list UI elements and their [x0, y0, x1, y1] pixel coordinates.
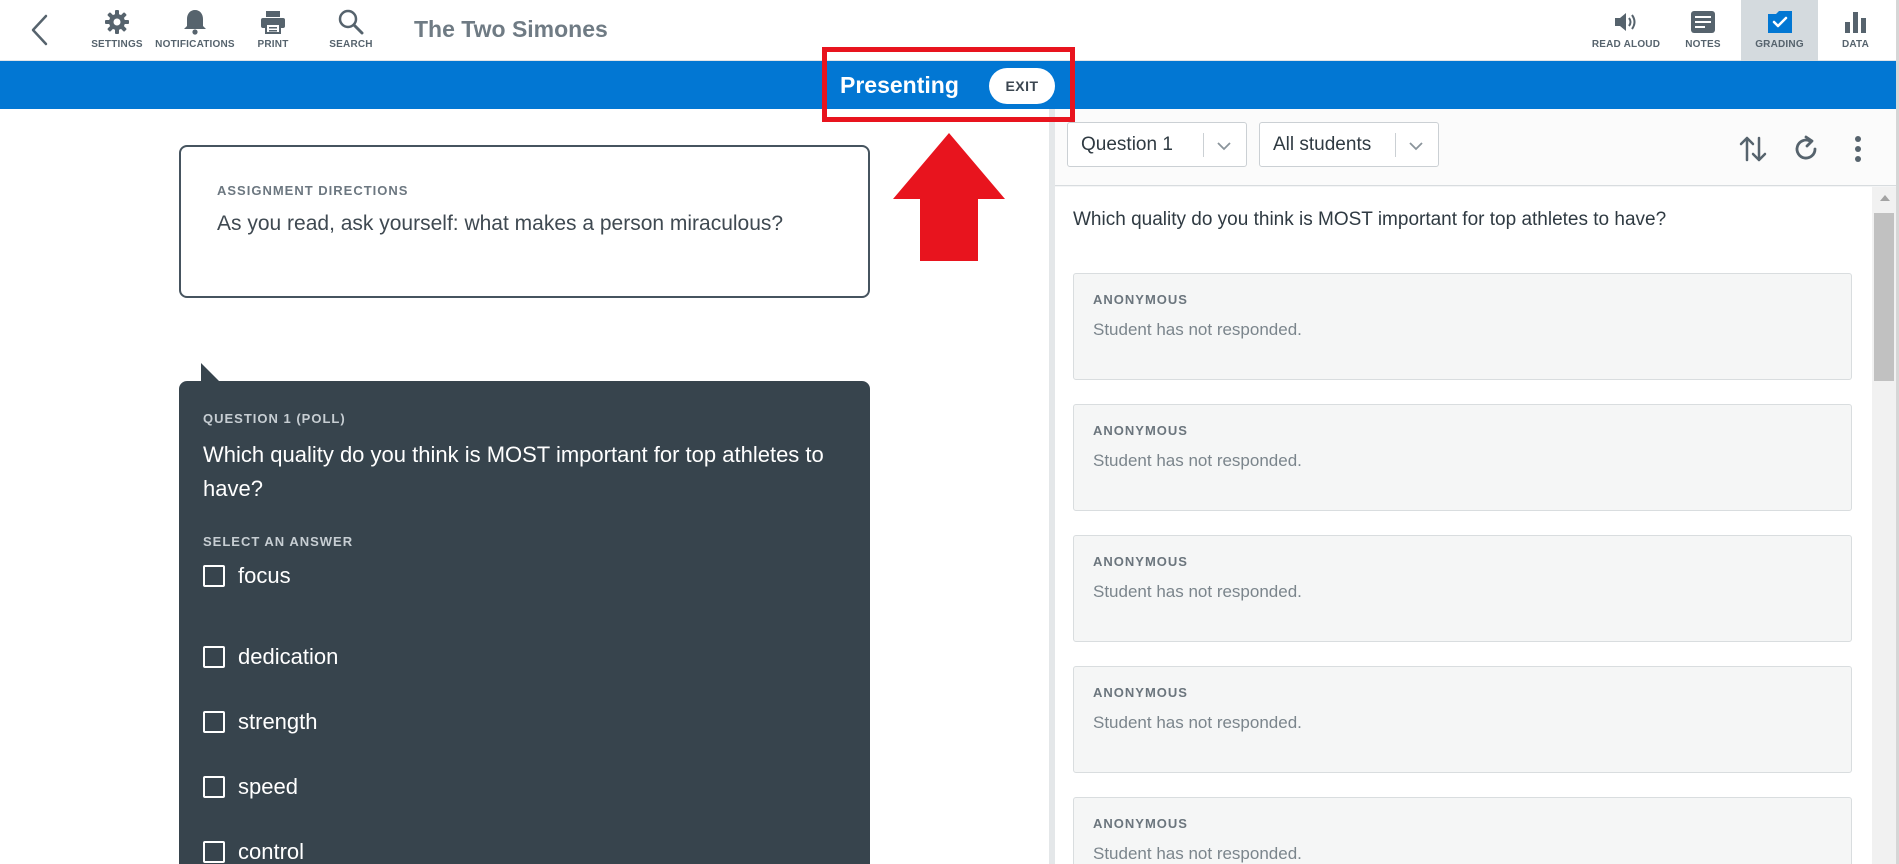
- more-options-button[interactable]: [1838, 129, 1878, 169]
- answer-label: control: [238, 838, 305, 864]
- chevron-down-icon: [1409, 142, 1423, 151]
- question-select[interactable]: Question 1: [1067, 122, 1247, 167]
- select-answer-caption: SELECT AN ANSWER: [203, 534, 354, 549]
- card-notch: [201, 363, 219, 381]
- notes-icon: [1689, 8, 1717, 36]
- speaker-icon: [1612, 8, 1640, 36]
- checkbox[interactable]: [203, 840, 225, 863]
- response-card[interactable]: ANONYMOUS Student has not responded.: [1073, 535, 1852, 642]
- response-status: Student has not responded.: [1093, 713, 1302, 732]
- student-name: ANONYMOUS: [1093, 816, 1188, 831]
- response-card[interactable]: ANONYMOUS Student has not responded.: [1073, 666, 1852, 773]
- bell-icon: [181, 8, 209, 36]
- more-vertical-icon: [1855, 136, 1861, 162]
- directions-caption: ASSIGNMENT DIRECTIONS: [217, 183, 409, 198]
- question-text: Which quality do you think is MOST impor…: [203, 442, 824, 501]
- student-name: ANONYMOUS: [1093, 292, 1188, 307]
- answer-option-focus[interactable]: focus: [203, 559, 846, 593]
- answer-option-dedication[interactable]: dedication: [203, 624, 846, 689]
- notes-label: NOTES: [1685, 39, 1721, 50]
- answer-list: focus dedication strength speed control: [203, 559, 846, 864]
- grading-label: GRADING: [1755, 39, 1804, 50]
- response-card[interactable]: ANONYMOUS Student has not responded.: [1073, 797, 1852, 864]
- notifications-label: NOTIFICATIONS: [155, 39, 235, 50]
- gear-icon: [103, 8, 131, 36]
- read-aloud-button[interactable]: READ ALOUD: [1585, 8, 1667, 54]
- settings-label: SETTINGS: [91, 39, 143, 50]
- printer-icon: [259, 8, 287, 36]
- search-icon: [337, 8, 365, 36]
- print-label: PRINT: [257, 39, 289, 50]
- response-status: Student has not responded.: [1093, 582, 1302, 601]
- sort-icon: [1739, 136, 1767, 162]
- read-aloud-label: READ ALOUD: [1591, 39, 1661, 50]
- select-divider: [1203, 133, 1204, 157]
- checkbox[interactable]: [203, 565, 225, 587]
- search-label: SEARCH: [329, 39, 373, 50]
- up-arrow-annotation-icon: [893, 133, 1005, 261]
- grading-icon: [1766, 8, 1794, 36]
- answer-option-strength[interactable]: strength: [203, 689, 846, 754]
- scroll-up-arrow[interactable]: [1880, 195, 1890, 201]
- question-caption: QUESTION 1 (POLL): [203, 411, 346, 426]
- assignment-directions-card: ASSIGNMENT DIRECTIONS As you read, ask y…: [179, 145, 870, 298]
- refresh-icon: [1795, 135, 1817, 160]
- student-name: ANONYMOUS: [1093, 554, 1188, 569]
- document-title: The Two Simones: [414, 16, 608, 42]
- student-select-value: All students: [1273, 133, 1372, 155]
- answer-option-control[interactable]: control: [203, 819, 846, 864]
- search-button[interactable]: SEARCH: [310, 8, 392, 54]
- response-status: Student has not responded.: [1093, 320, 1302, 339]
- grading-filter-bar: Question 1 All students: [1055, 109, 1896, 186]
- answer-label: strength: [238, 708, 318, 734]
- chevron-down-icon: [1217, 142, 1231, 151]
- back-button[interactable]: [22, 12, 58, 48]
- directions-text: As you read, ask yourself: what makes a …: [217, 212, 784, 235]
- question-card: QUESTION 1 (POLL) Which quality do you t…: [179, 363, 870, 864]
- checkbox[interactable]: [203, 775, 225, 798]
- highlight-annotation-box: [822, 47, 1075, 122]
- student-name: ANONYMOUS: [1093, 685, 1188, 700]
- answer-label: dedication: [238, 643, 339, 669]
- app-root: SETTINGS NOTIFICATIONS PRINT SEARCH The …: [0, 0, 1899, 864]
- refresh-button[interactable]: [1786, 129, 1826, 169]
- sort-button[interactable]: [1733, 129, 1773, 169]
- grading-panel: Question 1 All students Which quality do…: [1055, 109, 1899, 864]
- print-button[interactable]: PRINT: [232, 8, 314, 54]
- answer-label: focus: [238, 563, 291, 588]
- scrollbar-thumb[interactable]: [1874, 213, 1894, 381]
- settings-button[interactable]: SETTINGS: [76, 8, 158, 54]
- bar-chart-icon: [1842, 8, 1870, 36]
- response-card[interactable]: ANONYMOUS Student has not responded.: [1073, 404, 1852, 511]
- student-name: ANONYMOUS: [1093, 423, 1188, 438]
- checkbox[interactable]: [203, 645, 225, 668]
- response-question-text: Which quality do you think is MOST impor…: [1073, 209, 1667, 230]
- response-card[interactable]: ANONYMOUS Student has not responded.: [1073, 273, 1852, 380]
- notes-button[interactable]: NOTES: [1662, 8, 1744, 54]
- data-button[interactable]: DATA: [1818, 8, 1893, 54]
- grading-button[interactable]: GRADING: [1741, 0, 1818, 61]
- chevron-left-icon: [31, 14, 48, 46]
- response-scrollbar[interactable]: [1872, 187, 1896, 864]
- select-divider: [1395, 133, 1396, 157]
- response-list: Which quality do you think is MOST impor…: [1055, 187, 1872, 864]
- checkbox[interactable]: [203, 710, 225, 733]
- answer-label: speed: [238, 773, 298, 799]
- student-select[interactable]: All students: [1259, 122, 1439, 167]
- answer-option-speed[interactable]: speed: [203, 754, 846, 819]
- response-status: Student has not responded.: [1093, 844, 1302, 863]
- question-select-value: Question 1: [1081, 133, 1173, 155]
- notifications-button[interactable]: NOTIFICATIONS: [154, 8, 236, 54]
- response-status: Student has not responded.: [1093, 451, 1302, 470]
- data-label: DATA: [1841, 39, 1870, 50]
